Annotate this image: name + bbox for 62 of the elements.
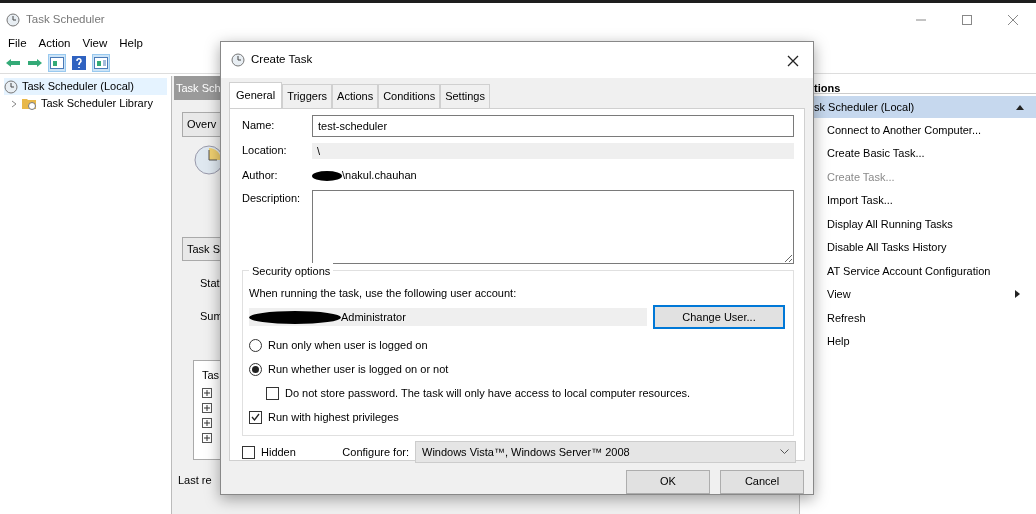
redaction-mark [312,171,342,182]
field-label: Name: [242,118,276,134]
forward-arrow-icon[interactable] [27,57,43,68]
menu-item[interactable]: Action [38,35,71,53]
expand-caret-icon[interactable] [10,99,18,108]
clock-icon [231,53,245,67]
option-label: Do not store password. The task will only have access to local computer resources. [285,385,691,401]
tab[interactable]: General [229,82,283,108]
clock-icon [6,12,20,27]
option-label: Run whether user is logged on or not [268,361,449,377]
configure-dropdown[interactable]: Windows Vista™, Windows Server™ 2008 [415,441,796,463]
maximize-icon[interactable] [961,14,973,27]
name-field[interactable]: test-scheduler [312,114,794,137]
checkbox[interactable] [266,386,279,400]
check-icon [251,413,260,421]
help-icon[interactable] [72,55,86,70]
field-label: Configure for: [342,444,409,460]
menu-item[interactable]: File [8,35,27,53]
status-text: Last re [178,474,212,486]
checkbox[interactable] [242,445,255,459]
tree-item[interactable]: Task Scheduler (Local) [4,78,167,95]
dropdown-caret-icon [780,449,789,455]
pane-icon[interactable] [50,56,64,69]
dialog-title: Create Task [251,52,313,68]
field-label: Description: [242,190,302,206]
pane-icon[interactable] [94,56,108,69]
account-value: Administrator [341,309,406,325]
back-arrow-icon[interactable] [5,57,21,68]
option-label: Hidden [261,444,296,460]
group-title: Security options [249,262,334,279]
close-icon[interactable] [787,54,799,67]
expand-icon[interactable] [202,402,212,413]
folder-icon [22,97,37,110]
window-title: Task Scheduler [26,11,105,27]
submenu-arrow-icon [1015,290,1020,299]
menu-item[interactable]: Help [119,35,143,53]
tab[interactable]: Settings [440,84,490,108]
field-label: Author: [242,168,279,184]
expand-icon[interactable] [202,387,212,398]
author-value: \nakul.chauhan [342,169,417,182]
list-header: Tas [202,369,220,381]
expand-icon[interactable] [202,432,212,443]
tab[interactable]: Conditions [378,84,441,108]
checkbox[interactable] [249,410,262,424]
ok-button[interactable]: OK [626,469,710,494]
command-item[interactable]: View [800,282,1036,306]
field-label: Location: [242,143,288,159]
location-value: \ [312,142,794,159]
clock-icon [4,79,18,94]
collapse-icon[interactable] [1016,104,1024,110]
change-user-button[interactable]: Change User... [653,305,785,329]
option-label: Run only when user is logged on [268,337,428,353]
tree-item[interactable]: Task Scheduler Library [4,95,167,112]
menu-item[interactable]: View [82,35,108,53]
description-field[interactable] [312,189,794,264]
tab[interactable]: Actions [332,84,379,108]
field-label: Stat [200,277,220,289]
option-label: Run with highest privileges [268,409,399,425]
expand-icon[interactable] [202,417,212,428]
cancel-button[interactable]: Cancel [720,469,804,494]
tab[interactable]: Triggers [282,84,333,108]
prompt-text: When running the task, use the following user account: [249,286,517,299]
